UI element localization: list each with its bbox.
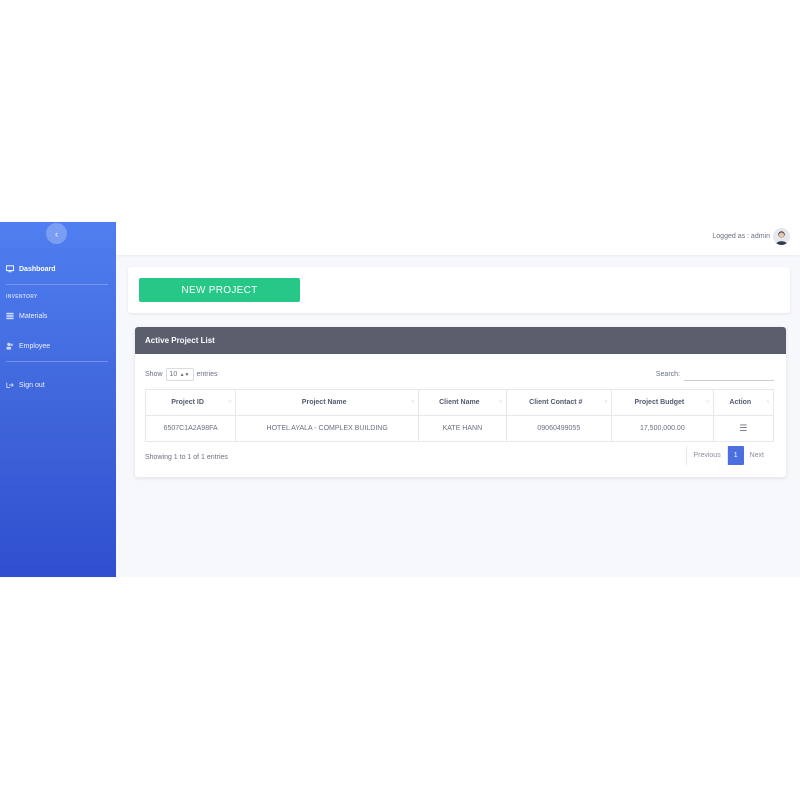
user-avatar-icon[interactable] bbox=[773, 228, 790, 245]
sort-icon: ↑↓ bbox=[228, 399, 232, 405]
sign-out-icon bbox=[6, 382, 14, 388]
logged-as-text: Logged as : admin bbox=[712, 233, 770, 240]
column-header-project-name[interactable]: Project Name ↑↓ bbox=[235, 389, 420, 416]
cell-project-id: 6507C1A2A98FA bbox=[144, 415, 237, 442]
table-header-row: Project ID ↑↓ Project Name ↑↓ Client Name ↑… bbox=[144, 389, 775, 416]
avatar-image bbox=[775, 231, 788, 245]
pagination: Previous 1 Next bbox=[686, 446, 770, 465]
column-header-project-budget[interactable]: Project Budget ↑↓ bbox=[611, 389, 714, 416]
project-table: Project ID ↑↓ Project Name ↑↓ Client Name ↑… bbox=[144, 389, 775, 442]
monitor-icon bbox=[6, 265, 14, 273]
column-header-action[interactable]: Action ↑↓ bbox=[712, 389, 775, 416]
sidebar-item-employee[interactable]: Employee bbox=[6, 342, 50, 350]
cell-project-name: HOTEL AYALA - COMPLEX BUILDING bbox=[235, 415, 420, 442]
list-icon bbox=[6, 312, 14, 320]
column-header-client-contact[interactable]: Client Contact # ↑↓ bbox=[505, 389, 613, 416]
search-control: Search: bbox=[656, 368, 774, 381]
cell-project-budget: 17,500,000.00 bbox=[611, 415, 714, 442]
column-header-project-id[interactable]: Project ID ↑↓ bbox=[144, 389, 237, 416]
sidebar-item-label: Dashboard bbox=[19, 265, 56, 273]
search-input[interactable] bbox=[684, 368, 774, 381]
pagination-page-1[interactable]: 1 bbox=[726, 446, 744, 465]
pagination-next[interactable]: Next bbox=[744, 446, 770, 465]
sort-icon: ↑↓ bbox=[705, 399, 710, 405]
cell-action: ☰ bbox=[712, 415, 775, 442]
cell-client-contact: 09060499055 bbox=[505, 415, 613, 442]
sidebar-item-label: Materials bbox=[19, 312, 48, 320]
main-content: Logged as : admin NEW PROJECT Active Pro… bbox=[116, 222, 800, 577]
sidebar-item-label: Employee bbox=[19, 342, 51, 350]
show-label: Show bbox=[145, 371, 163, 378]
entries-value: 10 bbox=[169, 371, 178, 378]
sidebar-item-sign-out[interactable]: Sign out bbox=[6, 381, 45, 389]
sidebar-section-inventory: INVENTORY bbox=[6, 294, 38, 300]
entries-select[interactable]: 10 ▲▼ bbox=[165, 368, 194, 381]
new-project-button[interactable]: NEW PROJECT bbox=[139, 278, 300, 302]
project-list-card: Active Project List Show 10 ▲▼ entries S… bbox=[135, 327, 786, 477]
table-row: 6507C1A2A98FA HOTEL AYALA - COMPLEX BUIL… bbox=[144, 415, 775, 442]
sidebar-item-materials[interactable]: Materials bbox=[6, 312, 47, 320]
sidebar-toggle-button[interactable]: ‹ bbox=[46, 223, 67, 244]
topbar: Logged as : admin bbox=[116, 222, 800, 255]
updown-icon: ▲▼ bbox=[179, 371, 190, 378]
search-label: Search: bbox=[655, 371, 680, 378]
menu-icon[interactable]: ☰ bbox=[739, 423, 747, 433]
sort-icon: ↑↓ bbox=[411, 399, 415, 405]
card-title: Active Project List bbox=[135, 327, 786, 354]
sidebar-item-dashboard[interactable]: Dashboard bbox=[6, 265, 56, 273]
app-shell: ‹ Dashboard INVENTORY Materials Employee… bbox=[0, 222, 800, 577]
action-card: NEW PROJECT bbox=[128, 267, 790, 313]
users-icon bbox=[6, 342, 13, 350]
entries-length-control: Show 10 ▲▼ entries bbox=[145, 368, 218, 381]
table-info: Showing 1 to 1 of 1 entries bbox=[145, 454, 228, 461]
sort-icon: ↑↓ bbox=[766, 399, 770, 405]
sidebar-item-label: Sign out bbox=[19, 381, 45, 389]
column-header-client-name[interactable]: Client Name ↑↓ bbox=[418, 389, 507, 416]
sidebar: ‹ Dashboard INVENTORY Materials Employee… bbox=[0, 222, 116, 577]
entries-label: entries bbox=[196, 371, 218, 378]
sort-icon: ↑↓ bbox=[604, 399, 608, 405]
sidebar-divider bbox=[6, 361, 108, 362]
cell-client-name: KATE HANN bbox=[418, 415, 507, 442]
chevron-left-icon: ‹ bbox=[55, 228, 58, 239]
sidebar-divider bbox=[6, 284, 108, 285]
pagination-previous[interactable]: Previous bbox=[686, 446, 726, 465]
sort-icon: ↑↓ bbox=[498, 399, 503, 405]
